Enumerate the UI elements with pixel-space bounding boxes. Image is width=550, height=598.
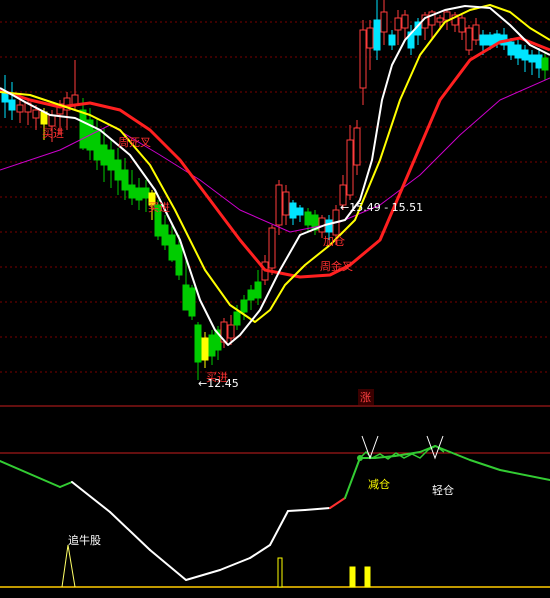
chart-background — [0, 0, 550, 598]
price-mid-annotation: ←15.49 - 15.51 — [340, 201, 423, 214]
label-reduce-position: 减仓 — [368, 477, 390, 491]
candle-body-62 — [436, 17, 444, 23]
candle-body-52 — [366, 27, 374, 49]
candle-body-74 — [521, 49, 529, 61]
signal-weekly-golden-cross: 周金叉 — [320, 259, 353, 273]
candle-body-13 — [100, 144, 108, 166]
candle-body-36 — [254, 281, 262, 299]
candle-body-35 — [247, 289, 255, 301]
signal-buy-1: 买进 — [42, 127, 64, 140]
candle-body-14 — [107, 149, 115, 171]
candle-body-55 — [388, 34, 396, 46]
candle-body-22 — [161, 224, 169, 246]
candle-body-15 — [114, 159, 122, 181]
candle-body-69 — [486, 34, 494, 46]
candle-body-17 — [128, 184, 136, 199]
signal-weekly-death-cross: 周死叉 — [118, 136, 151, 149]
signal-bar-2 — [364, 566, 371, 588]
candle-body-38 — [268, 227, 276, 269]
candle-body-57 — [401, 14, 409, 29]
candle-body-34 — [240, 299, 248, 313]
candle-body-53 — [373, 19, 381, 51]
candle-body-32 — [227, 324, 235, 339]
signal-bar-1 — [349, 566, 356, 588]
label-light-position: 轻仓 — [432, 483, 454, 497]
candle-body-10 — [79, 109, 87, 149]
stock-chart: 买进 周死叉 买进 买进 加仓 周金叉 ←12.45 ←15.49 - 15.5… — [0, 0, 550, 598]
candle-body-73 — [514, 44, 522, 59]
candle-body-49 — [346, 139, 354, 196]
candle-body-42 — [296, 207, 304, 216]
candle-body-46 — [325, 219, 333, 233]
candle-body-63 — [443, 11, 451, 21]
candle-body-26 — [188, 287, 196, 317]
candle-body-40 — [282, 191, 290, 216]
signal-add-position: 加仓 — [323, 234, 345, 248]
candle-body-2 — [16, 104, 24, 113]
candle-body-50 — [353, 127, 361, 166]
candle-body-65 — [458, 17, 466, 33]
candle-body-51 — [359, 29, 367, 89]
candle-body-1 — [8, 99, 16, 111]
candle-body-12 — [93, 129, 101, 161]
candle-body-43 — [304, 211, 312, 226]
candle-body-18 — [135, 187, 143, 201]
candle-body-39 — [275, 184, 283, 226]
oscillator-segment-9 — [287, 509, 306, 512]
label-chase-bull: 追牛股 — [68, 533, 101, 547]
candle-body-76 — [535, 54, 543, 69]
candle-body-16 — [121, 169, 129, 191]
candle-body-29 — [208, 334, 216, 357]
candle-body-28 — [201, 337, 209, 361]
price-low-annotation: ←12.45 — [198, 377, 239, 390]
candle-body-27 — [194, 324, 202, 363]
candle-body-77 — [541, 57, 549, 71]
signal-buy-2: 买进 — [148, 201, 170, 214]
candle-body-33 — [233, 311, 241, 326]
oscillator-dot — [357, 455, 363, 461]
candle-body-19 — [142, 187, 150, 199]
candle-body-41 — [289, 202, 297, 219]
rise-badge: 涨 — [360, 391, 371, 404]
candle-body-75 — [528, 54, 536, 63]
candle-body-23 — [168, 234, 176, 261]
signal-bar-0 — [277, 557, 283, 588]
candle-body-72 — [507, 41, 515, 56]
candle-body-67 — [472, 24, 480, 41]
candle-body-56 — [394, 17, 402, 31]
candle-body-66 — [465, 27, 473, 51]
candle-body-54 — [380, 11, 388, 33]
candle-body-6 — [48, 114, 56, 127]
candle-body-68 — [479, 34, 487, 46]
candle-body-25 — [182, 284, 190, 311]
candle-body-24 — [175, 244, 183, 276]
candle-body-4 — [32, 109, 40, 119]
